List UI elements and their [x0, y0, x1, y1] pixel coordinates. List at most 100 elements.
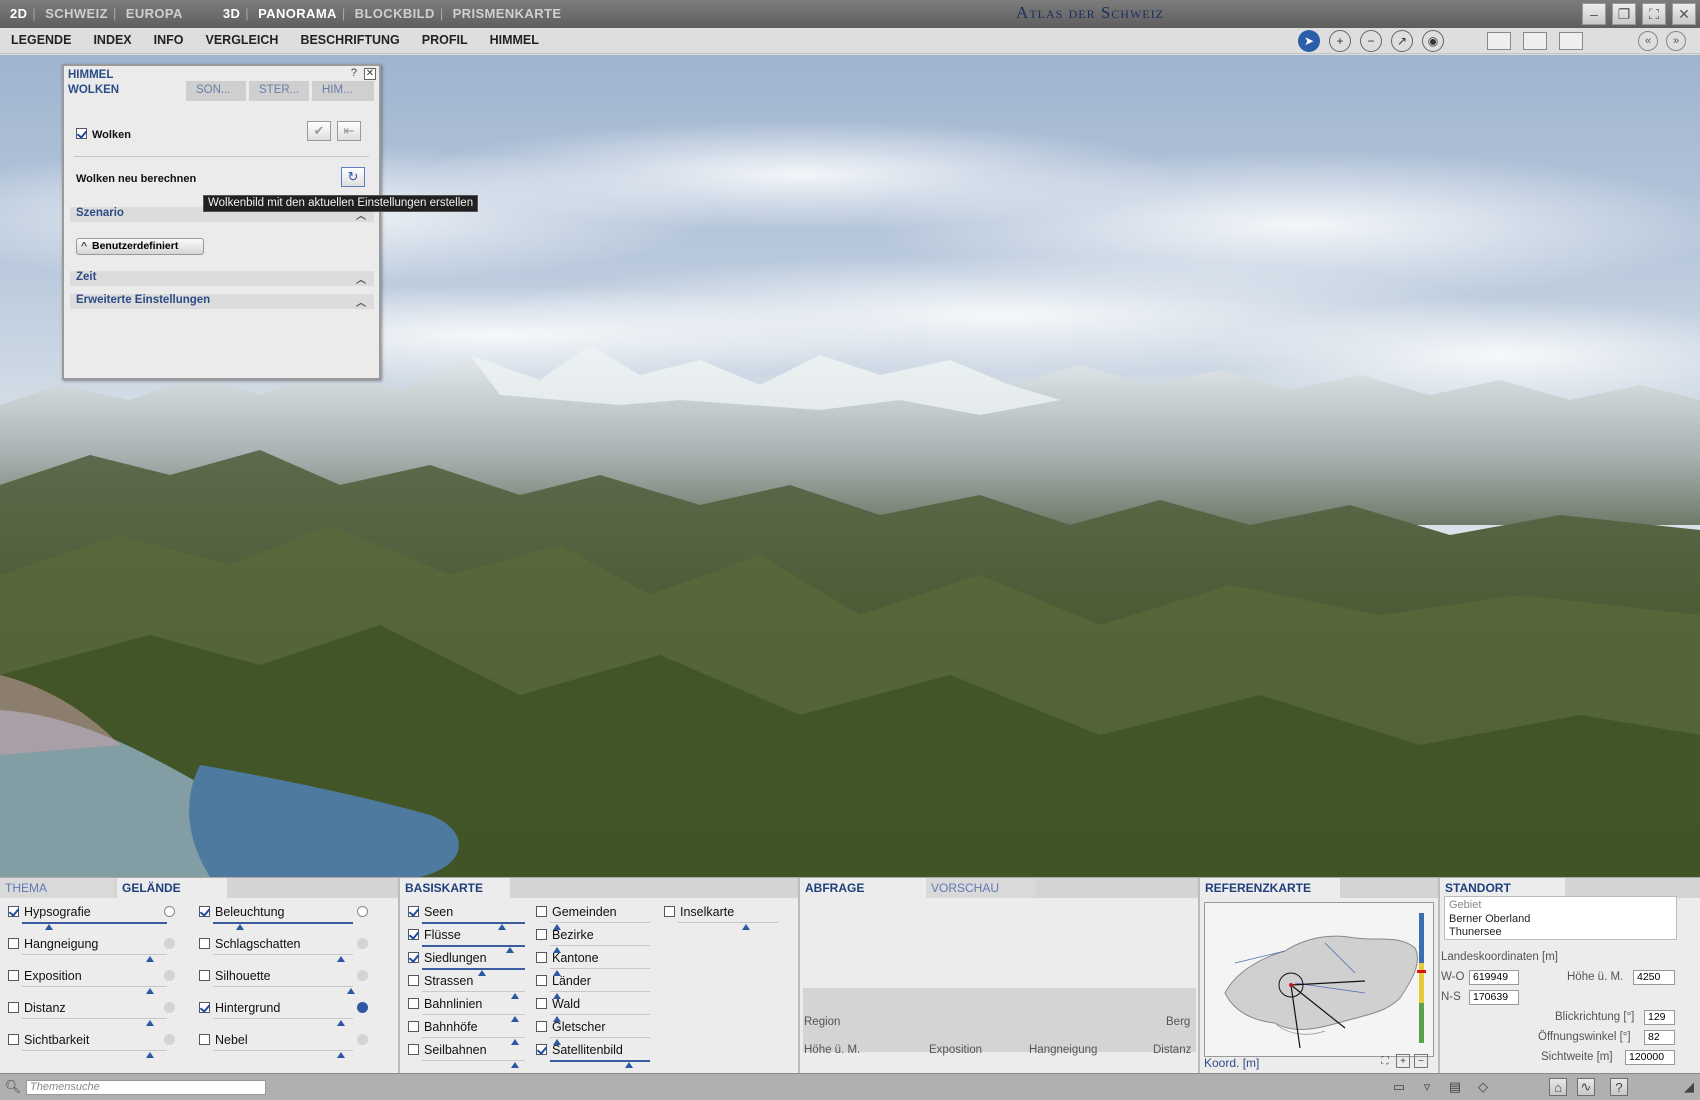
menu-beschriftung[interactable]: BESCHRIFTUNG	[300, 33, 399, 47]
link-icon[interactable]: ∿	[1577, 1078, 1595, 1096]
export-icon[interactable]: ◇	[1474, 1078, 1492, 1096]
preset-button[interactable]: ^ Benutzerdefiniert	[76, 238, 204, 255]
basiskarte-seen[interactable]: Seen	[408, 905, 525, 930]
minimize-icon[interactable]: –	[1582, 3, 1606, 25]
basiskarte-bahnlinien[interactable]: Bahnlinien	[408, 997, 525, 1022]
pointer-icon[interactable]: ➤	[1298, 30, 1320, 52]
close-icon[interactable]: ✕	[364, 68, 376, 80]
options-icon[interactable]	[164, 938, 175, 949]
wo-field[interactable]: 619949	[1469, 970, 1519, 985]
forward-icon[interactable]: »	[1666, 31, 1686, 51]
reset-icon[interactable]: ⇤	[337, 121, 361, 141]
basiskarte-satellitenbild[interactable]: Satellitenbild	[536, 1043, 650, 1068]
ns-field[interactable]: 170639	[1469, 990, 1519, 1005]
basiskarte-seilbahnen-checkbox[interactable]	[408, 1044, 419, 1055]
options-icon[interactable]	[164, 1034, 175, 1045]
options-icon[interactable]	[164, 970, 175, 981]
zoom-out-icon[interactable]: −	[1360, 30, 1382, 52]
tab-vorschau[interactable]: VORSCHAU	[926, 878, 1036, 898]
slider-handle[interactable]	[146, 956, 154, 962]
help-icon[interactable]: ?	[1610, 1078, 1628, 1096]
mode-3d[interactable]: 3D	[223, 6, 240, 21]
menu-legende[interactable]: LEGENDE	[11, 33, 71, 47]
basiskarte-bezirke[interactable]: Bezirke	[536, 928, 650, 953]
mode-europa[interactable]: EUROPA	[126, 6, 183, 21]
gelaende-hangneigung-checkbox[interactable]	[8, 938, 19, 949]
slider-handle[interactable]	[506, 947, 514, 953]
opacity-slider[interactable]	[422, 968, 525, 970]
slider-handle[interactable]	[337, 1052, 345, 1058]
slider-handle[interactable]	[337, 956, 345, 962]
basiskarte-flüsse[interactable]: Flüsse	[408, 928, 525, 953]
gelaende-sichtbarkeit[interactable]: Sichtbarkeit	[8, 1033, 175, 1058]
gelaende-hangneigung[interactable]: Hangneigung	[8, 937, 175, 962]
zoom-in-icon[interactable]: +	[1329, 30, 1351, 52]
resize-grip-icon[interactable]: ◢	[1680, 1078, 1698, 1096]
tab-thema[interactable]: THEMA	[0, 878, 115, 898]
options-icon[interactable]	[357, 906, 368, 917]
basiskarte-länder[interactable]: Länder	[536, 974, 650, 999]
tab-himmel[interactable]: HIM...	[312, 81, 374, 101]
hoehe-field[interactable]: 4250	[1633, 970, 1675, 985]
basiskarte-bezirke-checkbox[interactable]	[536, 929, 547, 940]
split-horizontal-icon[interactable]	[1487, 32, 1511, 50]
blick-field[interactable]: 129	[1644, 1010, 1675, 1025]
basiskarte-wald-checkbox[interactable]	[536, 998, 547, 1009]
gelaende-distanz[interactable]: Distanz	[8, 1001, 175, 1026]
gelaende-silhouette[interactable]: Silhouette	[199, 969, 368, 994]
zoom-in-icon[interactable]: +	[1396, 1054, 1410, 1068]
fly-icon[interactable]: ↗	[1391, 30, 1413, 52]
bookmark-icon[interactable]: ▿	[1418, 1078, 1436, 1096]
gelaende-hintergrund-checkbox[interactable]	[199, 1002, 210, 1013]
gelaende-exposition[interactable]: Exposition	[8, 969, 175, 994]
gelaende-beleuchtung-checkbox[interactable]	[199, 906, 210, 917]
slider-handle[interactable]	[742, 924, 750, 930]
slider-handle[interactable]	[45, 924, 53, 930]
opacity-slider[interactable]	[213, 922, 353, 924]
gelaende-sichtbarkeit-checkbox[interactable]	[8, 1034, 19, 1045]
zoom-out-icon[interactable]: −	[1414, 1054, 1428, 1068]
gelaende-nebel[interactable]: Nebel	[199, 1033, 368, 1058]
tab-referenzkarte[interactable]: REFERENZKARTE	[1200, 878, 1340, 898]
refresh-icon[interactable]: ↻	[341, 167, 365, 187]
basiskarte-kantone-checkbox[interactable]	[536, 952, 547, 963]
tab-sonne[interactable]: SON...	[186, 81, 246, 101]
mode-2d[interactable]: 2D	[10, 6, 27, 21]
gelaende-hypsografie[interactable]: Hypsografie	[8, 905, 175, 930]
close-icon[interactable]: ✕	[1672, 3, 1696, 25]
mode-schweiz[interactable]: SCHWEIZ	[45, 6, 108, 21]
help-icon[interactable]: ?	[351, 67, 357, 79]
slider-handle[interactable]	[146, 1052, 154, 1058]
wolken-checkbox[interactable]	[76, 128, 87, 139]
oeffnung-field[interactable]: 82	[1644, 1030, 1675, 1045]
basiskarte-gemeinden-checkbox[interactable]	[536, 906, 547, 917]
gelaende-nebel-checkbox[interactable]	[199, 1034, 210, 1045]
basiskarte-seen-checkbox[interactable]	[408, 906, 419, 917]
options-icon[interactable]	[164, 1002, 175, 1013]
menu-himmel[interactable]: HIMMEL	[490, 33, 539, 47]
basiskarte-strassen-checkbox[interactable]	[408, 975, 419, 986]
restore-icon[interactable]: ❐	[1612, 3, 1636, 25]
mode-prismenkarte[interactable]: PRISMENKARTE	[453, 6, 562, 21]
options-icon[interactable]	[357, 1034, 368, 1045]
print-icon[interactable]: ▤	[1446, 1078, 1464, 1096]
fullscreen-icon[interactable]: ⛶	[1642, 3, 1666, 25]
gelaende-silhouette-checkbox[interactable]	[199, 970, 210, 981]
slider-handle[interactable]	[511, 1039, 519, 1045]
menu-vergleich[interactable]: VERGLEICH	[206, 33, 279, 47]
basiskarte-satellitenbild-checkbox[interactable]	[536, 1044, 547, 1055]
options-icon[interactable]	[357, 970, 368, 981]
slider-handle[interactable]	[347, 988, 355, 994]
basiskarte-gletscher-checkbox[interactable]	[536, 1021, 547, 1032]
slider-handle[interactable]	[625, 1062, 633, 1068]
opacity-slider[interactable]	[550, 1060, 650, 1062]
gelaende-schlagschatten[interactable]: Schlagschatten	[199, 937, 368, 962]
opacity-slider[interactable]	[22, 922, 167, 924]
gelaende-exposition-checkbox[interactable]	[8, 970, 19, 981]
slider-handle[interactable]	[146, 988, 154, 994]
menu-profil[interactable]: PROFIL	[422, 33, 468, 47]
slider-handle[interactable]	[337, 1020, 345, 1026]
home-icon[interactable]: ⌂	[1549, 1078, 1567, 1096]
tab-wolken[interactable]: WOLKEN	[64, 81, 184, 101]
split-none-icon[interactable]	[1559, 32, 1583, 50]
